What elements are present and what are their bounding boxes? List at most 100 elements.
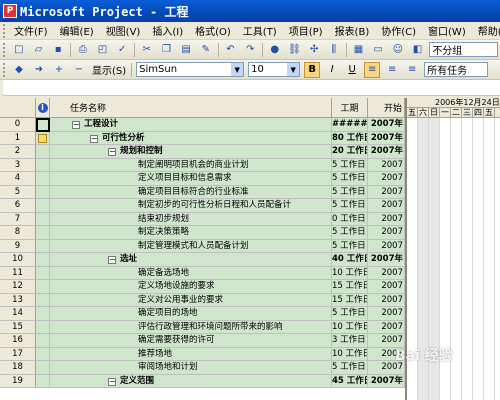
filter-select[interactable]: 所有任务 xyxy=(424,62,489,77)
italic-button[interactable]: I xyxy=(324,62,340,78)
duration-cell[interactable]: 10 工作日 xyxy=(332,320,368,334)
duration-cell[interactable]: 5 工作日 xyxy=(332,158,368,172)
task-row[interactable]: 7 结束初步规划 0 工作日 2007 xyxy=(0,212,405,226)
row-id[interactable]: 6 xyxy=(0,199,36,213)
duration-cell[interactable]: 20 工作日 xyxy=(332,145,368,159)
start-cell[interactable]: 2007 xyxy=(368,266,405,280)
row-id[interactable]: 13 xyxy=(0,293,36,307)
indicator-cell[interactable] xyxy=(36,361,50,375)
menu-help[interactable]: 帮助(H) xyxy=(472,23,500,38)
row-id[interactable]: 10 xyxy=(0,253,36,267)
task-row[interactable]: 1−可行性分析80 工作日2007年 xyxy=(0,131,405,145)
duration-cell[interactable]: 15 工作日 xyxy=(332,280,368,294)
collapse-toggle-icon[interactable]: − xyxy=(72,121,80,129)
row-id[interactable]: 14 xyxy=(0,307,36,321)
duration-cell[interactable]: 5 工作日 xyxy=(332,361,368,375)
row-id[interactable]: 3 xyxy=(0,158,36,172)
task-name-cell[interactable]: 定义对公用事业的要求 xyxy=(50,293,332,307)
row-id[interactable]: 15 xyxy=(0,320,36,334)
row-id[interactable]: 8 xyxy=(0,226,36,240)
indicator-cell[interactable] xyxy=(36,118,50,132)
task-name-cell[interactable]: 制定决策策略 xyxy=(50,226,332,240)
indicator-cell[interactable] xyxy=(36,320,50,334)
duration-cell[interactable]: 5 工作日 xyxy=(332,185,368,199)
collapse-toggle-icon[interactable]: − xyxy=(108,256,116,264)
print-icon[interactable]: ⎙ xyxy=(75,42,91,58)
start-cell[interactable]: 2007年 xyxy=(368,131,405,145)
arrow-left-icon[interactable]: ◆ xyxy=(11,62,27,78)
select-all-corner[interactable] xyxy=(0,98,36,118)
task-row[interactable]: 0−工程设计########2007年 xyxy=(0,118,405,132)
start-cell[interactable]: 2007年 xyxy=(368,253,405,267)
menu-grip[interactable] xyxy=(3,23,5,38)
row-id[interactable]: 12 xyxy=(0,280,36,294)
task-name-cell[interactable]: 确定项目的场地 xyxy=(50,307,332,321)
task-row[interactable]: 12 定义场地设施的要求 15 工作日 2007 xyxy=(0,280,405,294)
task-name-column-header[interactable]: 任务名称 xyxy=(50,98,332,118)
row-id[interactable]: 18 xyxy=(0,361,36,375)
task-row[interactable]: 14 确定项目的场地 5 工作日 2007 xyxy=(0,307,405,321)
indicator-cell[interactable] xyxy=(36,158,50,172)
menu-collaborate[interactable]: 协作(C) xyxy=(375,23,422,38)
unlink-tasks-icon[interactable]: ✣ xyxy=(306,42,322,58)
menu-edit[interactable]: 编辑(E) xyxy=(54,23,100,38)
toolbar-grip[interactable] xyxy=(3,42,7,57)
start-cell[interactable]: 2007年 xyxy=(368,145,405,159)
start-cell[interactable]: 2007 xyxy=(368,212,405,226)
underline-button[interactable]: U xyxy=(344,62,360,78)
task-row[interactable]: 6 制定初步的可行性分析日程和人员配备计 5 工作日 2007 xyxy=(0,199,405,213)
save-icon[interactable]: ▪ xyxy=(50,42,66,58)
start-column-header[interactable]: 开始 xyxy=(368,98,405,118)
outdent-icon[interactable]: + xyxy=(51,62,67,78)
task-name-cell[interactable]: 确定需要获得的许可 xyxy=(50,334,332,348)
show-dropdown[interactable]: 显示(S) xyxy=(89,62,129,77)
task-name-cell[interactable]: − 定义范围 xyxy=(50,374,332,388)
menu-window[interactable]: 窗口(W) xyxy=(422,23,472,38)
start-cell[interactable]: 2007 xyxy=(368,158,405,172)
menu-file[interactable]: 文件(F) xyxy=(8,23,54,38)
duration-cell[interactable]: 10 工作日 xyxy=(332,347,368,361)
start-cell[interactable]: 2007 xyxy=(368,320,405,334)
row-id[interactable]: 9 xyxy=(0,239,36,253)
row-id[interactable]: 17 xyxy=(0,347,36,361)
task-row[interactable]: 5 确定项目目标符合的行业标准 5 工作日 2007 xyxy=(0,185,405,199)
indicator-cell[interactable] xyxy=(36,280,50,294)
indicator-cell[interactable] xyxy=(36,307,50,321)
duration-cell[interactable]: 3 工作日 xyxy=(332,334,368,348)
start-cell[interactable]: 2007 xyxy=(368,280,405,294)
task-row[interactable]: 10−选址40 工作日2007年 xyxy=(0,253,405,267)
duration-cell[interactable]: 15 工作日 xyxy=(332,293,368,307)
menu-tools[interactable]: 工具(T) xyxy=(237,23,283,38)
duration-cell[interactable]: 5 工作日 xyxy=(332,172,368,186)
collapse-toggle-icon[interactable]: − xyxy=(108,377,116,386)
format-painter-icon[interactable]: ✎ xyxy=(198,42,214,58)
collapse-toggle-icon[interactable]: − xyxy=(108,148,116,156)
copy-icon[interactable]: ❐ xyxy=(159,42,175,58)
start-cell[interactable]: 2007年 xyxy=(368,118,405,132)
start-cell[interactable]: 2007 xyxy=(368,239,405,253)
note-icon[interactable] xyxy=(38,133,47,143)
row-id[interactable]: 5 xyxy=(0,185,36,199)
indicator-cell[interactable] xyxy=(36,226,50,240)
indicator-cell[interactable] xyxy=(36,266,50,280)
spelling-icon[interactable]: ✓ xyxy=(114,42,130,58)
font-select[interactable]: SimSun ▼ xyxy=(136,62,245,77)
indent-icon[interactable]: − xyxy=(71,62,87,78)
task-name-cell[interactable]: 推荐场地 xyxy=(50,347,332,361)
task-name-cell[interactable]: 确定项目目标符合的行业标准 xyxy=(50,185,332,199)
start-cell[interactable]: 2007 xyxy=(368,185,405,199)
task-row[interactable]: 15 评估行政管理和环境问题所带来的影响 10 工作日 2007 xyxy=(0,320,405,334)
task-notes-icon[interactable]: ▭ xyxy=(370,42,386,58)
row-id[interactable]: 0 xyxy=(0,118,36,132)
assign-resources-icon[interactable]: ☺ xyxy=(390,42,406,58)
align-center-icon[interactable]: ≡ xyxy=(384,62,400,78)
task-name-cell[interactable]: − 工程设计 xyxy=(50,118,332,132)
entry-bar[interactable] xyxy=(0,80,500,96)
collapse-toggle-icon[interactable]: − xyxy=(90,134,98,143)
duration-cell[interactable]: 80 工作日 xyxy=(332,131,368,145)
indicator-cell[interactable] xyxy=(36,334,50,348)
row-id[interactable]: 16 xyxy=(0,334,36,348)
undo-icon[interactable]: ↶ xyxy=(223,42,239,58)
duration-cell[interactable]: 5 工作日 xyxy=(332,199,368,213)
row-id[interactable]: 11 xyxy=(0,266,36,280)
